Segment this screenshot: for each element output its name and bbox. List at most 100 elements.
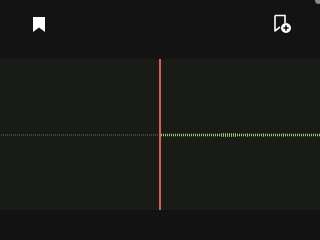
waveform-bar bbox=[199, 133, 200, 137]
waveform-bar bbox=[155, 134, 156, 136]
waveform-bar bbox=[275, 133, 276, 137]
waveform-bar bbox=[3, 134, 4, 136]
status-dot bbox=[315, 0, 320, 4]
waveform-bar bbox=[149, 134, 150, 136]
waveform-bar bbox=[103, 134, 104, 136]
waveform-bar bbox=[29, 134, 30, 136]
waveform-bar bbox=[249, 133, 250, 137]
waveform-bar bbox=[131, 134, 132, 136]
waveform-bar bbox=[265, 133, 266, 137]
waveform-bar bbox=[261, 133, 262, 137]
waveform-bar bbox=[187, 133, 188, 137]
waveform-bar bbox=[57, 134, 58, 136]
waveform-bar bbox=[205, 133, 206, 137]
waveform-bar bbox=[311, 133, 312, 137]
waveform-bar bbox=[75, 134, 76, 136]
waveform-bar bbox=[33, 134, 34, 136]
waveform-bar bbox=[95, 134, 96, 136]
waveform-bar bbox=[1, 134, 2, 136]
waveform-bar bbox=[161, 133, 162, 137]
waveform-bar bbox=[67, 134, 68, 136]
waveform-bar bbox=[309, 133, 310, 137]
waveform-bar bbox=[277, 133, 278, 137]
waveform-bar bbox=[285, 133, 286, 137]
waveform-bar bbox=[59, 134, 60, 136]
waveform-bar bbox=[61, 134, 62, 136]
top-toolbar bbox=[0, 0, 320, 58]
waveform-bar bbox=[13, 134, 14, 136]
waveform-bar bbox=[213, 133, 214, 137]
bookmark-button[interactable] bbox=[27, 12, 51, 36]
waveform-bar bbox=[215, 133, 216, 137]
waveform-bar bbox=[109, 134, 110, 136]
waveform-bar bbox=[125, 134, 126, 136]
waveform-bar bbox=[283, 133, 284, 137]
bottom-bar bbox=[0, 210, 320, 240]
waveform-bar bbox=[257, 133, 258, 137]
waveform-bar bbox=[253, 133, 254, 137]
waveform-bar bbox=[171, 133, 172, 137]
waveform-bar bbox=[223, 133, 224, 137]
waveform-bar bbox=[287, 133, 288, 137]
waveform-bar bbox=[183, 133, 184, 137]
waveform-bar bbox=[71, 134, 72, 136]
waveform-bar bbox=[85, 134, 86, 136]
waveform-bar bbox=[225, 133, 226, 137]
playhead[interactable] bbox=[159, 59, 161, 211]
waveform-bar bbox=[145, 134, 146, 136]
waveform-bar bbox=[7, 134, 8, 136]
waveform-bar bbox=[11, 134, 12, 136]
waveform-bar bbox=[63, 134, 64, 136]
waveform-bar bbox=[221, 133, 222, 137]
waveform-bar bbox=[107, 134, 108, 136]
waveform-bar bbox=[217, 133, 218, 137]
waveform-bar bbox=[115, 134, 116, 136]
bookmark-icon bbox=[33, 16, 45, 32]
waveform-bar bbox=[151, 134, 152, 136]
waveform-bar bbox=[83, 134, 84, 136]
waveform-bar bbox=[271, 133, 272, 137]
waveform-bar bbox=[91, 134, 92, 136]
waveform-bar bbox=[303, 133, 304, 137]
waveform-bar bbox=[269, 133, 270, 137]
add-bookmark-button[interactable] bbox=[270, 12, 294, 36]
waveform-bar bbox=[255, 133, 256, 137]
waveform-bar bbox=[15, 134, 16, 136]
waveform-bar bbox=[141, 134, 142, 136]
waveform-bar bbox=[55, 134, 56, 136]
waveform-bar bbox=[281, 133, 282, 137]
waveform-bar bbox=[37, 134, 38, 136]
waveform-bar bbox=[47, 134, 48, 136]
waveform-bar bbox=[117, 134, 118, 136]
waveform-bar bbox=[293, 133, 294, 137]
waveform-bar bbox=[77, 134, 78, 136]
waveform-bar bbox=[179, 133, 180, 137]
waveform-bar bbox=[233, 133, 234, 137]
waveform-bar bbox=[189, 133, 190, 137]
waveform-bar bbox=[135, 134, 136, 136]
bookmark-add-icon bbox=[274, 14, 291, 33]
waveform-bar bbox=[39, 134, 40, 136]
waveform-bar bbox=[231, 133, 232, 137]
waveform-bar bbox=[153, 134, 154, 136]
waveform-bar bbox=[89, 134, 90, 136]
waveform-bar bbox=[19, 134, 20, 136]
waveform-bar bbox=[43, 134, 44, 136]
waveform-bar bbox=[211, 133, 212, 137]
waveform-bar bbox=[295, 133, 296, 137]
waveform-bar bbox=[177, 133, 178, 137]
waveform-bar bbox=[147, 134, 148, 136]
waveform-bar bbox=[273, 133, 274, 137]
waveform-bar bbox=[181, 133, 182, 137]
waveform-bar bbox=[173, 133, 174, 137]
waveform-bar bbox=[307, 133, 308, 137]
waveform-bar bbox=[203, 133, 204, 137]
waveform-bar bbox=[93, 134, 94, 136]
waveform-bar bbox=[191, 133, 192, 137]
waveform-bar bbox=[247, 133, 248, 137]
waveform-bar bbox=[99, 134, 100, 136]
waveform-bar bbox=[157, 134, 158, 136]
waveform-bar bbox=[201, 133, 202, 137]
waveform-bar bbox=[291, 133, 292, 137]
waveform-bar bbox=[121, 134, 122, 136]
